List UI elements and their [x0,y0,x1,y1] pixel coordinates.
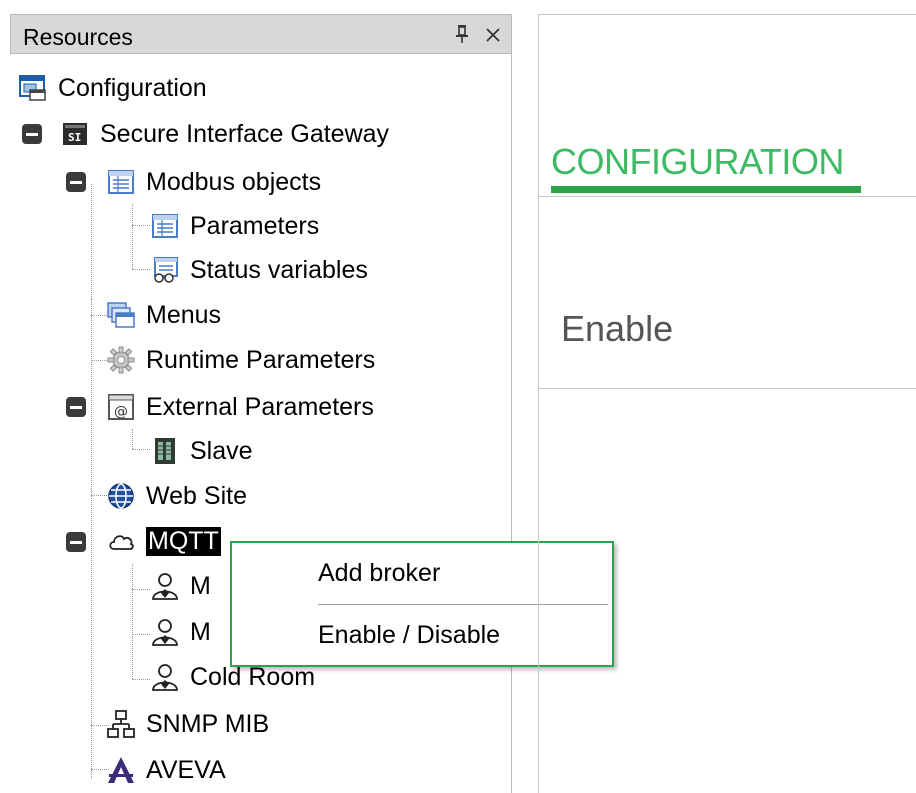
tree-item-label: Configuration [58,73,207,102]
user-icon [150,617,180,647]
aveva-logo-icon [106,755,136,785]
tree-connector [132,589,150,590]
tree-item-broker[interactable]: M [150,566,211,606]
tree-item-mqtt[interactable]: MQTT [106,521,221,561]
table-icon [150,211,180,241]
tree-connector [132,269,150,270]
tree-connector [91,299,92,779]
tree-item-label: M [190,617,211,646]
tree-connector [91,184,92,299]
tree-item-label: Web Site [146,481,247,510]
tree-item-label: Runtime Parameters [146,345,376,374]
tree-connector [132,204,133,269]
tree-item-label: SNMP MIB [146,709,270,738]
tree-item-web-site[interactable]: Web Site [106,476,247,516]
field-divider [539,388,916,389]
resources-tree[interactable]: Configuration SI Secure Interface Gatewa… [10,54,512,793]
status-variables-icon [150,255,180,285]
svg-text:@: @ [114,404,128,420]
table-icon [106,167,136,197]
tree-connector [132,564,133,679]
tree-item-parameters[interactable]: Parameters [150,206,319,246]
close-icon[interactable] [485,21,501,49]
tree-item-configuration[interactable]: Configuration [18,68,207,108]
user-icon [150,662,180,692]
cloud-icon [106,526,136,556]
tree-connector [132,679,150,680]
tree-item-label: AVEVA [146,755,226,784]
menus-icon [106,300,136,330]
svg-text:SI: SI [68,131,81,144]
tree-connector [132,429,133,449]
slave-device-icon [150,436,180,466]
tree-item-aveva[interactable]: AVEVA [106,750,226,790]
tree-item-label: Modbus objects [146,167,322,196]
configuration-icon [18,73,48,103]
network-icon [106,709,136,739]
enable-field-label: Enable [561,308,674,349]
tree-item-menus[interactable]: Menus [106,295,221,335]
tree-item-label: Slave [190,436,253,465]
tree-connector [132,449,150,450]
tree-connector [132,634,150,635]
tree-item-label: MQTT [146,526,221,556]
tree-item-label: Menus [146,300,222,329]
collapse-icon[interactable] [22,124,42,144]
pin-icon[interactable] [455,24,469,49]
tab-configuration[interactable]: CONFIGURATION [551,141,844,183]
active-tab-indicator [551,186,861,193]
tree-item-label: Secure Interface Gateway [100,119,390,148]
user-icon [150,571,180,601]
collapse-icon[interactable] [66,397,86,417]
tree-item-label: Status variables [190,255,368,284]
gear-icon [106,345,136,375]
tree-item-label: M [190,571,211,600]
menu-item-add-broker[interactable]: Add broker [318,559,440,588]
external-link-icon: @ [106,392,136,422]
tree-connector [132,225,150,226]
menu-item-enable-disable[interactable]: Enable / Disable [318,621,500,650]
collapse-icon[interactable] [66,172,86,192]
tree-item-broker[interactable]: M [150,612,211,652]
tree-item-external-parameters[interactable]: @ External Parameters [106,387,374,427]
collapse-icon[interactable] [66,532,86,552]
tree-item-gateway[interactable]: SI Secure Interface Gateway [60,114,389,154]
tree-item-snmp-mib[interactable]: SNMP MIB [106,704,269,744]
tree-item-runtime-parameters[interactable]: Runtime Parameters [106,340,375,380]
tree-item-status-variables[interactable]: Status variables [150,250,368,290]
gateway-device-icon: SI [60,119,90,149]
detail-pane: CONFIGURATION Enable [538,14,916,793]
tree-item-slave[interactable]: Slave [150,431,253,471]
tab-divider [539,196,916,197]
tree-item-label: External Parameters [146,392,374,421]
panel-title: Resources [23,24,133,50]
globe-icon [106,481,136,511]
resources-panel-header: Resources [10,14,512,54]
tree-item-modbus-objects[interactable]: Modbus objects [106,162,321,202]
tree-item-label: Parameters [190,211,320,240]
